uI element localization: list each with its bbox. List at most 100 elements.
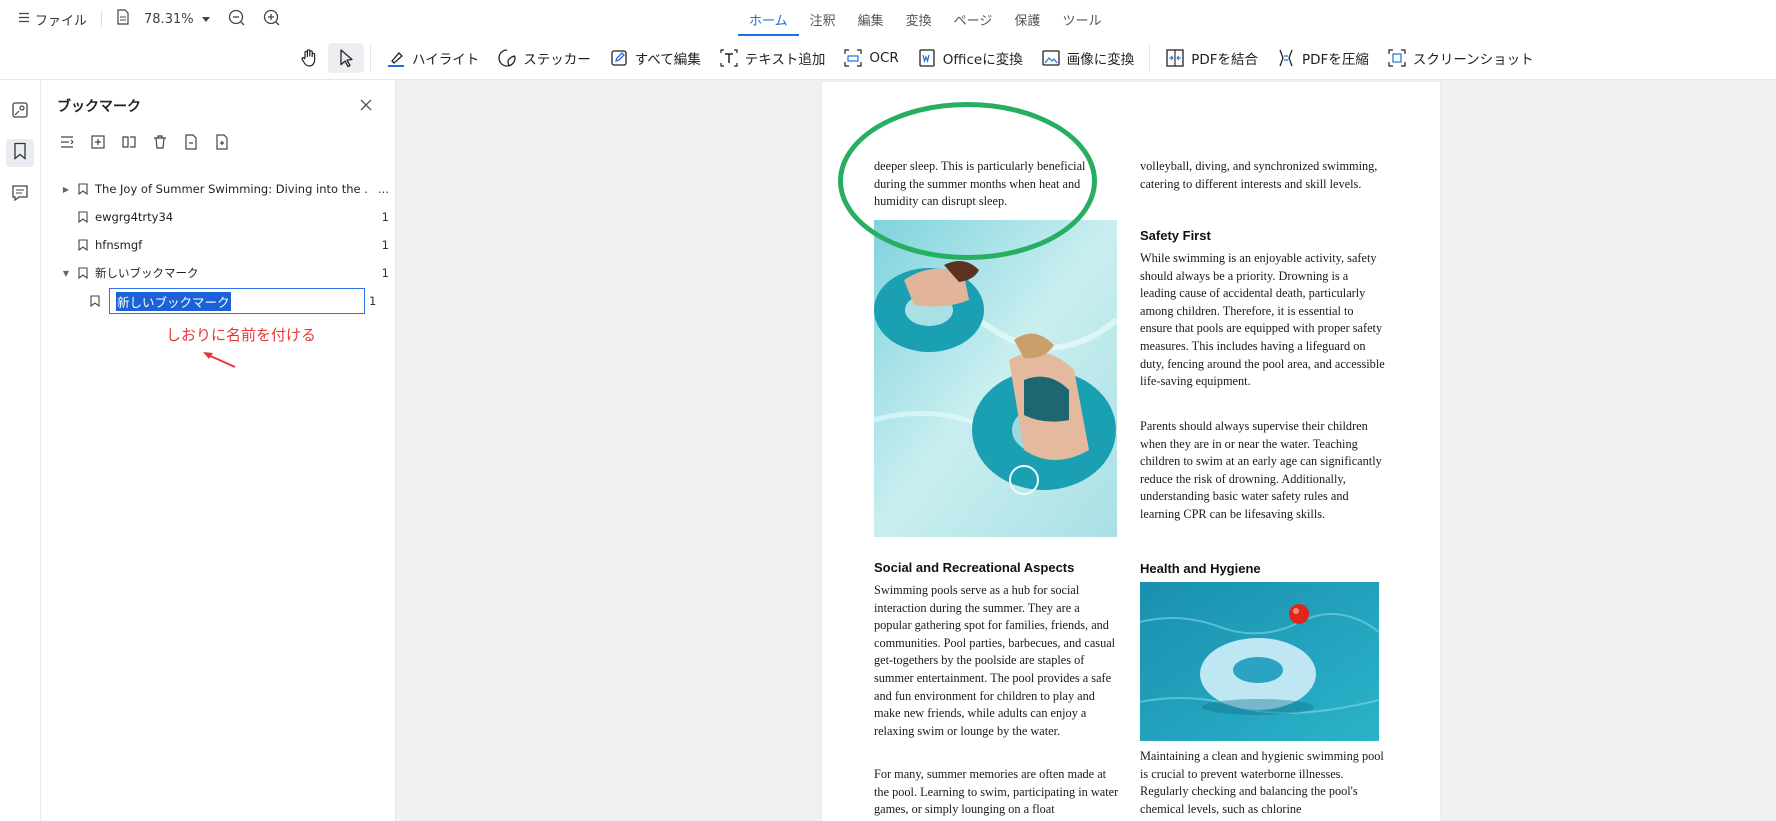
- swimmers-photo: [874, 220, 1117, 537]
- highlighter-icon: [386, 48, 406, 68]
- paragraph: Swimming pools serve as a hub for social…: [874, 583, 1116, 738]
- bookmark-item[interactable]: ▼ 新しいブックマーク 1: [59, 262, 389, 284]
- bookmark-item[interactable]: ewgrg4trty34 1: [59, 206, 389, 228]
- bookmark-page: 1: [381, 266, 389, 280]
- delete-bookmark-button[interactable]: [151, 135, 169, 153]
- tab-protect[interactable]: 保護: [1003, 8, 1051, 36]
- merge-icon: [1165, 48, 1185, 68]
- bookmark-icon: [75, 211, 91, 223]
- tab-convert[interactable]: 変換: [895, 8, 943, 36]
- thumbnail-panel-button[interactable]: [6, 98, 34, 126]
- bookmark-toolbar: [58, 134, 231, 154]
- bookmark-panel-button[interactable]: [6, 139, 34, 167]
- page-minus-icon: [183, 134, 199, 154]
- collapse-bookmark-button[interactable]: [182, 134, 200, 154]
- document-viewer[interactable]: deeper sleep. This is particularly benef…: [396, 80, 1776, 821]
- page-plus-icon: [214, 134, 230, 154]
- hamburger-icon: [18, 12, 30, 27]
- paragraph: For many, summer memories are often made…: [874, 767, 1119, 817]
- child-bookmark-icon: [121, 134, 137, 154]
- convert-to-office-label: Officeに変換: [942, 52, 1023, 68]
- expand-bookmark-button[interactable]: [213, 134, 231, 154]
- ocr-label: OCR: [869, 50, 899, 66]
- hand-tool-button[interactable]: [290, 43, 328, 73]
- screenshot-label: スクリーンショット: [1412, 52, 1534, 68]
- tab-annotate[interactable]: 注釈: [799, 8, 847, 36]
- page-view-button[interactable]: [116, 9, 130, 29]
- collapse-arrow-icon[interactable]: ▼: [59, 269, 73, 278]
- paragraph: Maintaining a clean and hygienic swimmin…: [1140, 749, 1384, 816]
- image-icon: [1041, 48, 1061, 68]
- sticker-icon: [497, 48, 517, 68]
- section-heading: Health and Hygiene: [1140, 561, 1261, 576]
- paragraph: volleyball, diving, and synchronized swi…: [1140, 159, 1378, 191]
- top-toolbar: ファイル 78.31% ホーム 注釈 編集 変換 ページ 保護 ツール ハイライ…: [0, 0, 1776, 80]
- convert-to-image-label: 画像に変換: [1066, 52, 1135, 68]
- compress-pdf-button[interactable]: PDFを圧縮: [1267, 43, 1378, 73]
- zoom-out-icon[interactable]: [228, 9, 245, 30]
- bookmark-icon: [12, 142, 28, 164]
- close-panel-button[interactable]: [359, 97, 375, 113]
- bookmark-name-input[interactable]: 新しいブックマーク: [109, 288, 365, 314]
- merge-pdf-button[interactable]: PDFを結合: [1156, 43, 1267, 73]
- convert-to-office-button[interactable]: Officeに変換: [908, 43, 1032, 73]
- compress-icon: [1276, 48, 1296, 68]
- sticker-label: ステッカー: [523, 52, 591, 68]
- expand-collapse-button[interactable]: [58, 135, 76, 153]
- compress-pdf-label: PDFを圧縮: [1302, 52, 1369, 68]
- quick-access-bar: ファイル 78.31%: [18, 8, 280, 30]
- add-child-bookmark-button[interactable]: [120, 135, 138, 153]
- zoom-level[interactable]: 78.31%: [144, 12, 194, 27]
- tab-tools[interactable]: ツール: [1051, 8, 1112, 36]
- screenshot-button[interactable]: スクリーンショット: [1378, 43, 1543, 73]
- bookmark-label: hfnsmgf: [95, 238, 143, 252]
- bookmark-item[interactable]: hfnsmgf 1: [59, 234, 389, 256]
- bookmark-page: 1: [381, 238, 389, 252]
- file-menu[interactable]: ファイル: [18, 10, 87, 29]
- screenshot-icon: [1387, 48, 1407, 68]
- ocr-button[interactable]: OCR: [834, 43, 907, 73]
- side-rail: [0, 80, 41, 821]
- pdf-page: deeper sleep. This is particularly benef…: [822, 82, 1440, 821]
- highlight-label: ハイライト: [412, 52, 480, 68]
- list-collapse-icon: [59, 134, 75, 154]
- sticker-button[interactable]: ステッカー: [488, 43, 600, 73]
- select-tool-button[interactable]: [328, 43, 364, 73]
- tab-edit[interactable]: 編集: [847, 8, 895, 36]
- tab-home[interactable]: ホーム: [738, 8, 799, 36]
- paragraph: Parents should always supervise their ch…: [1140, 419, 1382, 521]
- hand-icon: [299, 48, 319, 68]
- home-toolbar: ハイライト ステッカー すべて編集 テキスト追加 OCR Officeに変換 画…: [290, 43, 1543, 73]
- edit-pencil-icon: [609, 48, 629, 68]
- add-bookmark-icon: [90, 134, 106, 154]
- file-menu-label: ファイル: [35, 13, 88, 29]
- text-box-icon: [719, 48, 739, 68]
- zoom-in-icon[interactable]: [263, 9, 280, 30]
- panel-title: ブックマーク: [57, 99, 141, 115]
- bookmark-icon: [75, 239, 91, 251]
- page-thumbnail-icon: [11, 101, 29, 123]
- annotation-label: しおりに名前を付ける: [166, 326, 317, 344]
- bookmark-label: The Joy of Summer Swimming: Diving into …: [95, 182, 367, 196]
- pool-float-photo: [1140, 582, 1379, 741]
- convert-to-image-button[interactable]: 画像に変換: [1032, 43, 1144, 73]
- bookmark-rename-row: 新しいブックマーク 1: [87, 288, 389, 314]
- comment-panel-button[interactable]: [6, 181, 34, 209]
- document-icon: [116, 9, 130, 29]
- edit-all-button[interactable]: すべて編集: [600, 43, 710, 73]
- tab-page[interactable]: ページ: [943, 8, 1004, 36]
- bookmark-page: 1: [381, 210, 389, 224]
- add-bookmark-button[interactable]: [89, 135, 107, 153]
- bookmark-icon: [87, 295, 103, 307]
- bookmark-label: 新しいブックマーク: [95, 266, 199, 280]
- divider: [370, 45, 371, 71]
- add-text-label: テキスト追加: [744, 52, 826, 68]
- highlight-button[interactable]: ハイライト: [377, 43, 488, 73]
- bookmark-icon: [75, 267, 91, 279]
- cursor-arrow-icon: [337, 48, 355, 68]
- edit-all-label: すべて編集: [634, 52, 701, 68]
- bookmark-item[interactable]: ▶ The Joy of Summer Swimming: Diving int…: [59, 178, 389, 200]
- expand-arrow-icon[interactable]: ▶: [59, 185, 73, 194]
- add-text-button[interactable]: テキスト追加: [710, 43, 835, 73]
- zoom-dropdown-icon[interactable]: [201, 12, 210, 27]
